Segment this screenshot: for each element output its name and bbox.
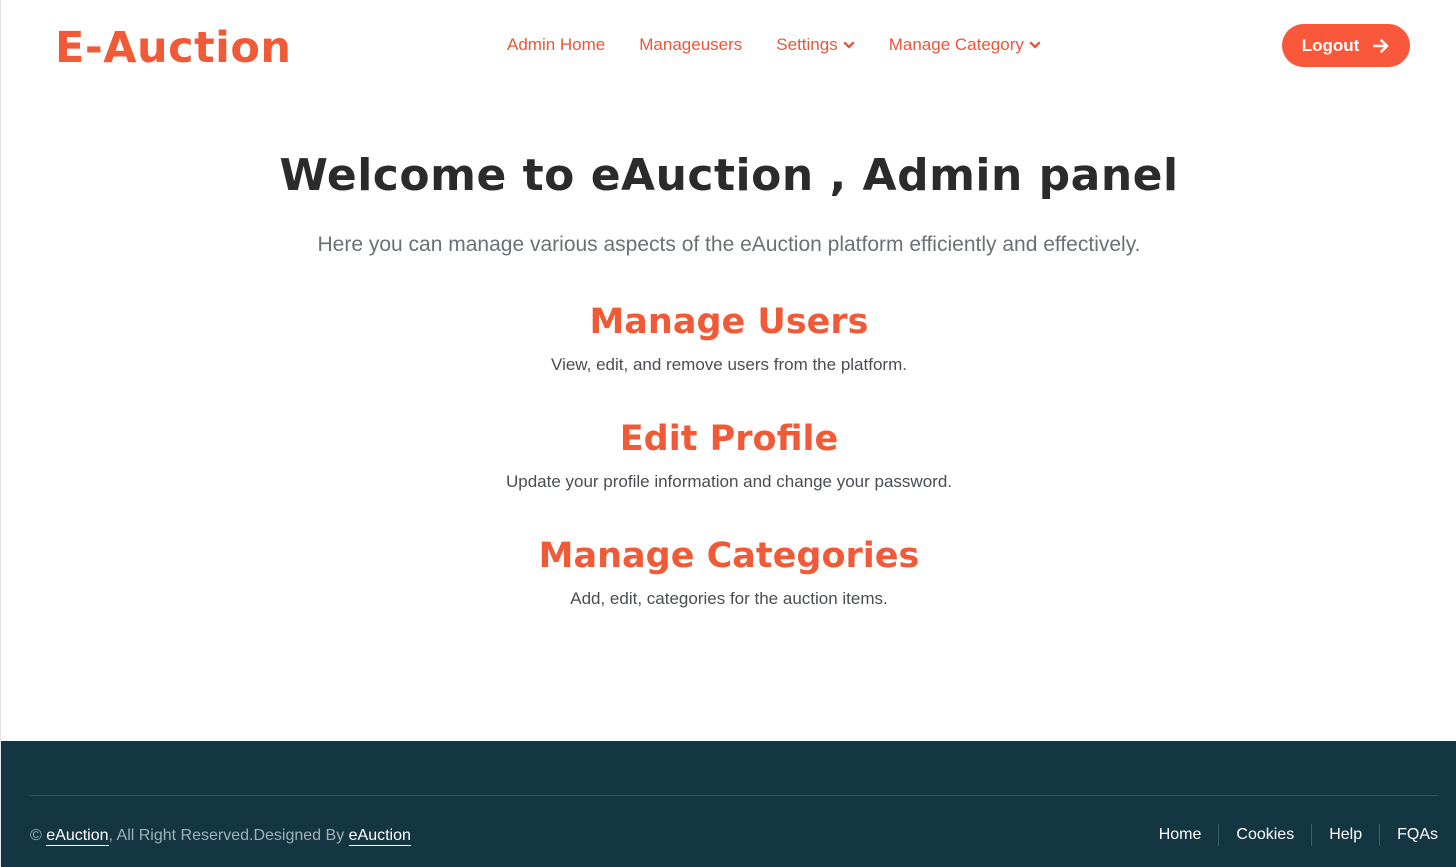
chevron-down-icon — [1029, 41, 1041, 49]
footer-link-fqas[interactable]: FQAs — [1380, 824, 1438, 846]
nav-admin-home[interactable]: Admin Home — [507, 35, 605, 55]
nav-manageusers-label: Manageusers — [639, 35, 743, 54]
manage-categories-link[interactable]: Manage Categories — [1, 534, 1456, 578]
footer-link-home[interactable]: Home — [1142, 824, 1220, 846]
arrow-right-icon — [1373, 38, 1389, 53]
manage-users-link[interactable]: Manage Users — [1, 300, 1456, 344]
manage-users-desc: View, edit, and remove users from the pl… — [551, 355, 907, 374]
copyright-symbol: © — [30, 827, 42, 844]
chevron-down-icon — [843, 41, 854, 49]
logout-label: Logout — [1301, 35, 1360, 55]
footer-brand-link[interactable]: eAuction — [46, 827, 109, 846]
footer-designer-link[interactable]: eAuction — [348, 827, 411, 846]
footer-link-cookies[interactable]: Cookies — [1219, 824, 1313, 846]
footer-link-help[interactable]: Help — [1312, 824, 1381, 846]
logout-button[interactable]: Logout — [1282, 24, 1410, 67]
footer: © eAuction, All Right Reserved.Designed … — [1, 741, 1456, 867]
nav-manageusers[interactable]: Manageusers — [639, 35, 742, 55]
edit-profile-desc: Update your profile information and chan… — [505, 472, 953, 491]
page-lead: Here you can manage various aspects of t… — [317, 233, 1141, 256]
nav-settings-label: Settings — [776, 35, 838, 54]
copyright-text: © eAuction, All Right Reserved.Designed … — [30, 827, 411, 846]
nav-settings-dropdown[interactable]: Settings — [776, 35, 854, 55]
rights-text: , All Right Reserved.Designed By — [108, 827, 345, 844]
main-nav: Admin Home Manageusers Settings Manage C… — [507, 33, 1075, 57]
footer-divider — [29, 795, 1438, 796]
nav-manage-category-label: Manage Category — [888, 35, 1024, 54]
brand-logo[interactable]: E-Auction — [55, 22, 292, 74]
main-content: Welcome to eAuction , Admin panel Here y… — [1, 95, 1456, 741]
manage-categories-desc: Add, edit, categories for the auction it… — [570, 589, 888, 608]
page-title: Welcome to eAuction , Admin panel — [279, 150, 1179, 201]
edit-profile-link[interactable]: Edit Profile — [1, 417, 1456, 461]
nav-manage-category-dropdown[interactable]: Manage Category — [889, 35, 1041, 55]
nav-admin-home-label: Admin Home — [507, 35, 606, 54]
footer-links: Home Cookies Help FQAs — [1142, 824, 1438, 846]
top-navbar: E-Auction Admin Home Manageusers Setting… — [1, 0, 1456, 95]
